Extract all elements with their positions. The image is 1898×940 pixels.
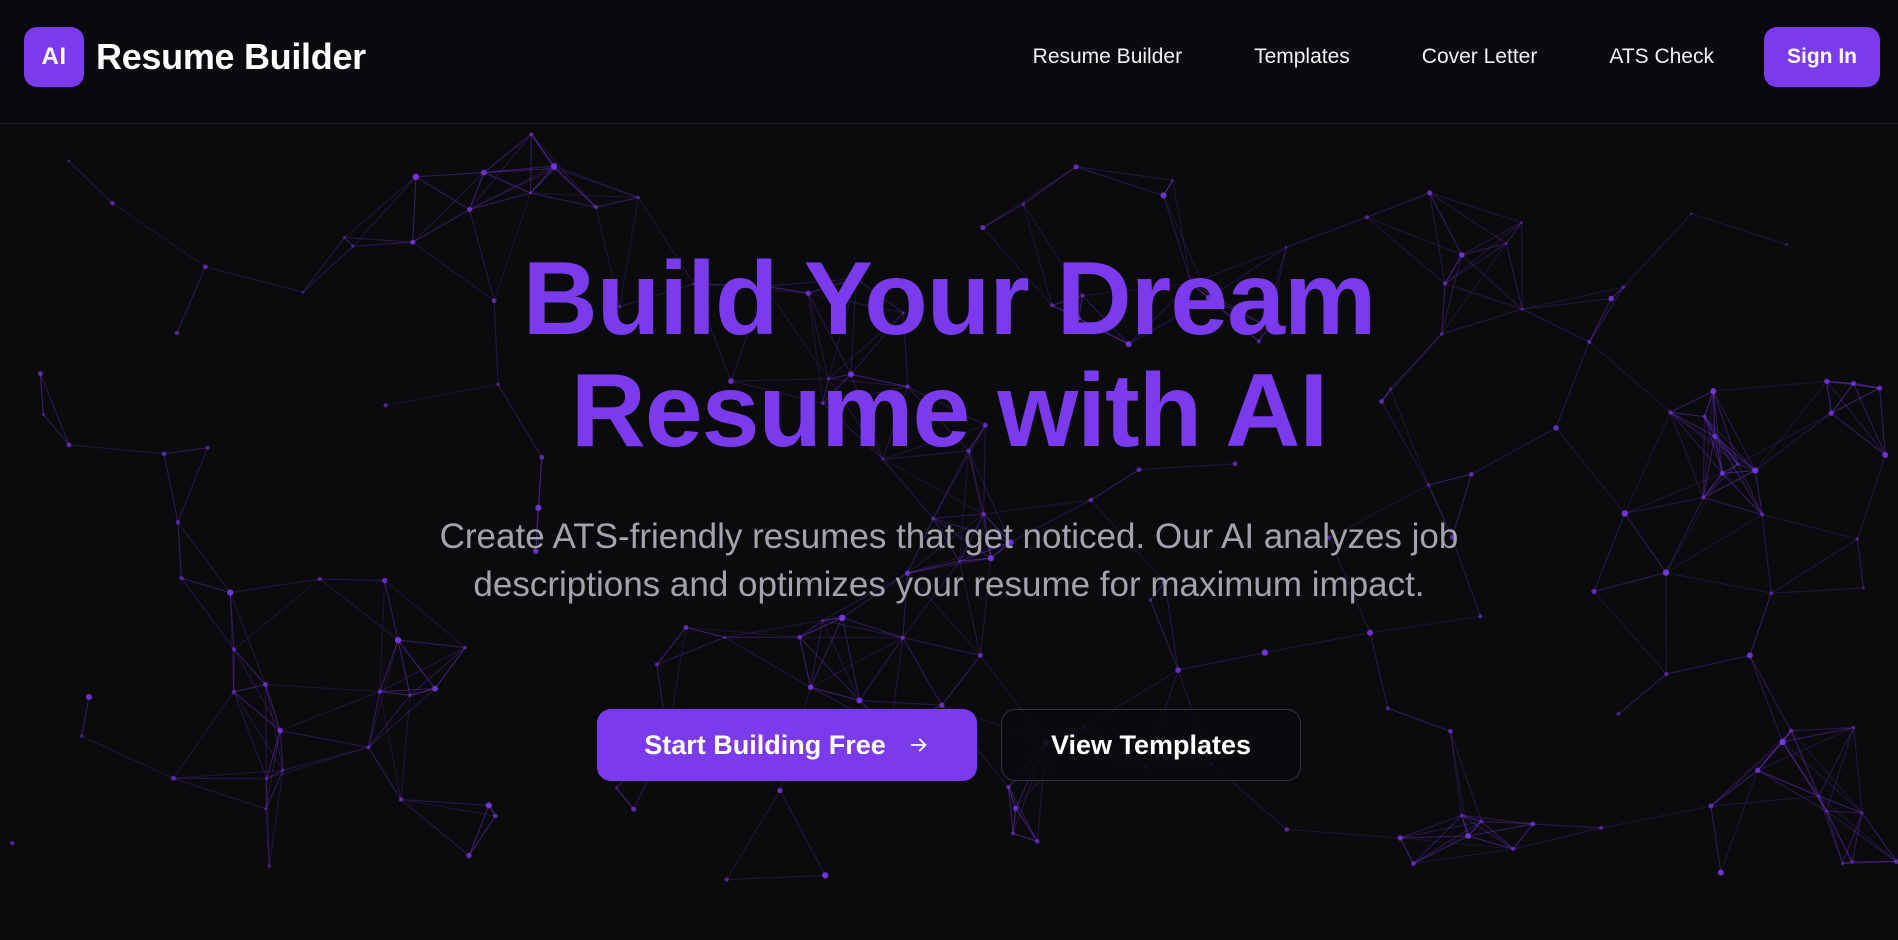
network-node xyxy=(1511,846,1516,852)
start-building-label: Start Building Free xyxy=(644,729,886,760)
network-line xyxy=(1851,812,1863,862)
view-templates-button[interactable]: View Templates xyxy=(1001,709,1301,781)
network-line xyxy=(1842,812,1863,864)
network-node xyxy=(631,806,637,812)
network-node xyxy=(1006,784,1011,790)
network-node xyxy=(493,813,498,819)
network-node xyxy=(1465,833,1471,839)
nav-links: Resume Builder Templates Cover Letter AT… xyxy=(997,27,1880,87)
network-line xyxy=(400,799,470,856)
network-line xyxy=(400,798,489,806)
network-node xyxy=(1850,859,1854,864)
hero-title-line-2: Resume with AI xyxy=(570,353,1329,469)
network-line xyxy=(726,874,826,881)
hero-section: Build Your Dream Resume with AI Create A… xyxy=(0,123,1898,781)
sign-in-button[interactable]: Sign In xyxy=(1764,27,1880,87)
network-node xyxy=(724,877,729,882)
network-line xyxy=(173,777,266,810)
network-line xyxy=(779,790,826,876)
network-node xyxy=(1013,805,1019,812)
hero-title: Build Your Dream Resume with AI xyxy=(0,243,1898,467)
navbar: AI Resume Builder Resume Builder Templat… xyxy=(0,0,1898,124)
network-node xyxy=(1530,821,1536,827)
network-node xyxy=(10,840,15,846)
network-node xyxy=(264,807,268,811)
brand[interactable]: AI Resume Builder xyxy=(24,27,366,87)
network-line xyxy=(1710,805,1722,873)
network-node xyxy=(1840,861,1845,866)
network-node xyxy=(466,852,472,859)
network-node xyxy=(1824,809,1829,813)
network-node xyxy=(1817,794,1821,798)
hero-title-line-1: Build Your Dream xyxy=(522,241,1377,357)
nav-link-cover-letter[interactable]: Cover Letter xyxy=(1386,27,1574,87)
network-line xyxy=(1399,814,1462,839)
network-node xyxy=(1479,819,1484,824)
network-line xyxy=(1826,810,1863,814)
network-node xyxy=(1599,825,1604,831)
nav-link-resume-builder[interactable]: Resume Builder xyxy=(997,27,1218,87)
hero-subtitle: Create ATS-friendly resumes that get not… xyxy=(439,517,1459,604)
network-line xyxy=(615,787,635,810)
network-line xyxy=(1601,805,1712,829)
network-line xyxy=(400,798,496,817)
nav-link-templates[interactable]: Templates xyxy=(1218,27,1386,87)
network-node xyxy=(398,797,404,802)
network-node xyxy=(614,786,619,790)
network-node xyxy=(267,864,272,868)
network-line xyxy=(726,790,781,880)
logo-badge: AI xyxy=(24,27,84,87)
network-line xyxy=(1532,823,1602,829)
brand-name: Resume Builder xyxy=(96,36,366,77)
cta-row: Start Building Free View Templates xyxy=(0,709,1898,781)
network-node xyxy=(1717,869,1724,876)
network-node xyxy=(1010,831,1015,836)
start-building-button[interactable]: Start Building Free xyxy=(597,709,977,781)
network-node xyxy=(1459,813,1464,818)
nav-link-ats-check[interactable]: ATS Check xyxy=(1573,27,1750,87)
network-node xyxy=(822,872,829,879)
network-line xyxy=(1413,820,1482,865)
network-node xyxy=(777,787,783,794)
network-line xyxy=(1400,837,1514,850)
network-line xyxy=(1710,795,1819,807)
page: AI Resume Builder Resume Builder Templat… xyxy=(0,0,1898,940)
network-node xyxy=(1860,811,1864,815)
network-node xyxy=(1035,839,1040,844)
network-node xyxy=(1397,835,1403,841)
network-node xyxy=(485,802,492,809)
network-line xyxy=(1720,770,1759,873)
network-line xyxy=(1286,828,1401,839)
network-line xyxy=(1399,837,1414,864)
network-node xyxy=(1708,803,1714,809)
arrow-right-icon xyxy=(910,738,927,752)
network-node xyxy=(1284,827,1290,832)
network-node xyxy=(1411,861,1416,866)
